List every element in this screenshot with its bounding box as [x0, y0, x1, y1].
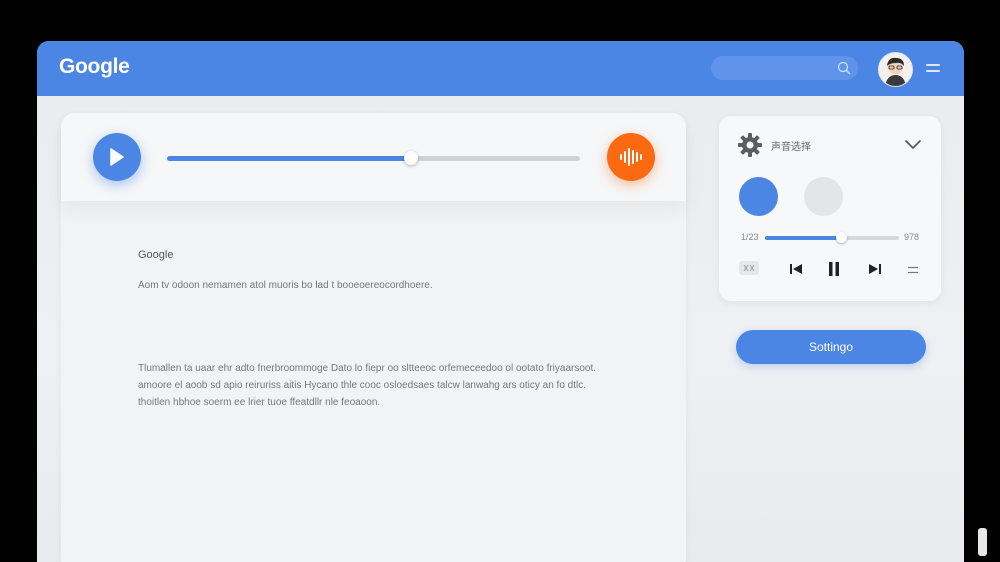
shuffle-button[interactable]	[739, 261, 759, 275]
next-icon[interactable]	[868, 262, 882, 276]
mini-progress-fill	[765, 236, 842, 240]
google-logo[interactable]: Google	[59, 55, 130, 79]
top-bar: Google	[37, 41, 964, 96]
audio-player-bar	[61, 113, 686, 201]
hamburger-menu-icon[interactable]	[926, 62, 940, 74]
paragraph-line: thoitlen hbhoe soerm ee lrier tuoe ffeat…	[138, 397, 381, 408]
mini-progress-slider[interactable]	[765, 232, 899, 243]
progress-fill	[167, 156, 411, 161]
logo-text: Google	[59, 55, 130, 78]
menu-icon[interactable]	[907, 266, 919, 274]
play-icon	[110, 148, 124, 166]
total-time: 978	[904, 232, 920, 242]
pause-icon[interactable]	[828, 261, 840, 277]
current-time: 1/23	[741, 232, 759, 242]
voice-button[interactable]	[607, 133, 655, 181]
paragraph-line: amoore el aoob sd apio reiruriss aitis H…	[138, 380, 587, 391]
paragraph-line: Tlumallen ta uaar ehr adto fnerbroommoge…	[138, 363, 597, 374]
corner-marker	[978, 528, 987, 556]
app-window: Google Google Aom tv odoon nemamen atol …	[37, 41, 964, 562]
document-line: Aom tv odoon nemamen atol muoris bo lad …	[138, 280, 433, 291]
mini-progress-handle[interactable]	[835, 232, 847, 243]
audio-waveform-icon	[620, 148, 642, 166]
shuffle-icon	[743, 264, 755, 272]
document-title: Google	[138, 249, 174, 261]
document-card: Google Aom tv odoon nemamen atol muoris …	[61, 113, 686, 562]
play-button[interactable]	[93, 133, 141, 181]
settings-button[interactable]: Sottingo	[736, 330, 926, 364]
avatar[interactable]	[878, 52, 913, 87]
gear-icon[interactable]	[737, 132, 763, 158]
chevron-down-icon[interactable]	[905, 140, 921, 150]
voice-option-selected[interactable]	[739, 177, 778, 216]
voice-option[interactable]	[804, 177, 843, 216]
search-icon[interactable]	[837, 61, 851, 75]
voice-settings-panel: 声音选择 1/23 978	[719, 116, 941, 301]
voice-select-label: 声音选择	[771, 142, 811, 153]
previous-icon[interactable]	[789, 262, 803, 276]
progress-handle[interactable]	[403, 151, 418, 165]
search-input[interactable]	[711, 56, 858, 80]
playback-progress-slider[interactable]	[167, 151, 580, 165]
user-avatar-icon	[885, 57, 906, 86]
